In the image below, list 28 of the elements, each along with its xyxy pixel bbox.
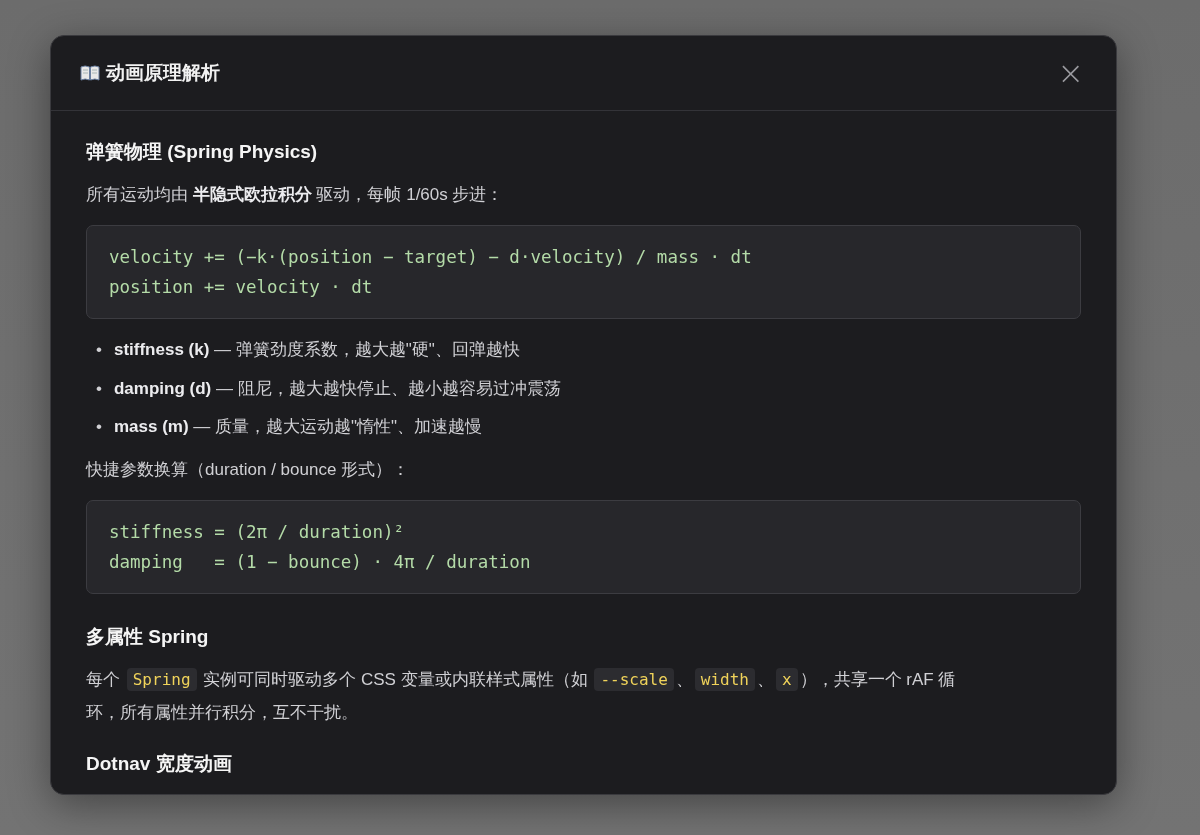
code-line: stiffness = (2π / duration)² [109,520,405,544]
paragraph-text: 实例可同时驱动多个 CSS 变量或内联样式属性（如 [202,669,589,689]
dialog-title: 动画原理解析 [106,61,220,85]
inline-code: x [776,667,798,691]
section-heading: 弹簧物理 (Spring Physics) [86,140,319,164]
inline-code: width [694,667,755,691]
inline-code: Spring [126,667,197,691]
book-icon [80,65,100,81]
paragraph-text: 、 [757,669,774,689]
paragraph-text: ），共享一个 rAF 循 [799,669,956,689]
paragraph-text: 、 [675,669,693,689]
section-heading: 多属性 Spring [86,624,210,649]
code-line: damping = (1 − bounce) · 4π / duration [109,550,532,574]
code-line: velocity += (−k·(position − target) − d·velocity) / mass · dt [109,246,753,269]
paragraph: 所有运动均由 半隐式欧拉积分 驱动，每帧 1/60s 步进： [86,184,505,206]
list-item: damping (d) — 阻尼，越大越快停止、越小越容易过冲震荡 [113,377,561,400]
code-line: position += velocity · dt [109,276,374,299]
paragraph-text: 环，所有属性并行积分，互不干扰。 [86,702,358,722]
bullet-marker: • [96,339,102,361]
section-heading: Dotnav 宽度动画 [86,751,233,776]
list-item: mass (m) — 质量，越大运动越"惰性"、加速越慢 [113,416,483,438]
bullet-marker: • [96,377,102,400]
paragraph: 快捷参数换算（duration / bounce 形式）： [86,458,411,481]
close-button[interactable]: × [1053,57,1088,89]
bullet-marker: • [96,416,102,438]
inline-code: --scale [594,667,674,691]
paragraph-text: 每个 [86,669,121,689]
list-item: stiffness (k) — 弹簧劲度系数，越大越"硬"、回弹越快 [113,339,520,361]
